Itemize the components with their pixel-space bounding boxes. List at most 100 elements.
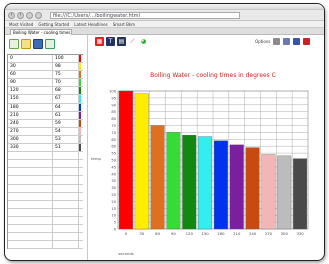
table-row[interactable] — [8, 184, 83, 193]
color-swatch[interactable] — [79, 184, 81, 192]
x-value-cell[interactable]: 270 — [8, 127, 53, 135]
color-swatch[interactable] — [79, 192, 81, 200]
export-icon[interactable] — [45, 39, 55, 49]
reload-icon[interactable] — [26, 11, 33, 19]
bookmark-item[interactable]: Getting Started — [38, 22, 69, 27]
x-value-cell[interactable] — [8, 168, 53, 176]
y-value-cell[interactable]: 54 — [53, 127, 79, 135]
x-value-cell[interactable] — [8, 176, 53, 184]
x-value-cell[interactable] — [8, 160, 53, 168]
x-value-cell[interactable]: 90 — [8, 79, 53, 87]
x-value-cell[interactable]: 300 — [8, 135, 53, 144]
table-row[interactable]: 330 51 — [8, 144, 83, 153]
color-swatch[interactable] — [79, 135, 81, 144]
table-row[interactable]: 210 61 — [8, 111, 83, 120]
bookmark-item[interactable]: Latest Headlines — [74, 22, 107, 27]
y-value-cell[interactable]: 68 — [53, 87, 79, 95]
x-value-cell[interactable]: 120 — [8, 87, 53, 95]
y-value-cell[interactable] — [53, 216, 79, 224]
x-value-cell[interactable]: 30 — [8, 63, 53, 71]
color-swatch[interactable] — [79, 127, 81, 135]
y-value-cell[interactable] — [53, 160, 79, 168]
color-swatch[interactable] — [79, 224, 81, 233]
x-value-cell[interactable]: 240 — [8, 119, 53, 127]
color-swatch[interactable] — [79, 63, 81, 71]
x-value-cell[interactable] — [8, 233, 53, 241]
x-value-cell[interactable] — [8, 241, 53, 249]
y-value-cell[interactable] — [53, 184, 79, 192]
bookmark-item[interactable]: Most Visited — [9, 22, 33, 27]
y-value-cell[interactable] — [53, 176, 79, 184]
y-value-cell[interactable] — [53, 241, 79, 249]
table-row[interactable]: 120 68 — [8, 87, 83, 96]
bookmark-item[interactable]: Smart Bkm — [113, 22, 135, 27]
x-value-cell[interactable] — [8, 200, 53, 208]
table-row[interactable]: 270 54 — [8, 127, 83, 136]
color-swatch[interactable] — [79, 233, 81, 241]
y-value-cell[interactable]: 53 — [53, 135, 79, 144]
open-folder-icon[interactable] — [21, 39, 31, 49]
y-value-cell[interactable]: 61 — [53, 111, 79, 119]
y-value-cell[interactable]: 59 — [53, 119, 79, 127]
x-value-cell[interactable]: 180 — [8, 103, 53, 111]
y-value-cell[interactable]: 51 — [53, 144, 79, 152]
color-swatch[interactable] — [79, 119, 81, 127]
y-value-cell[interactable] — [53, 200, 79, 208]
table-row[interactable] — [8, 160, 83, 169]
y-value-cell[interactable] — [53, 233, 79, 241]
color-swatch[interactable] — [79, 152, 81, 160]
color-swatch[interactable] — [79, 103, 81, 111]
table-row[interactable] — [8, 200, 83, 209]
color-swatch[interactable] — [79, 144, 81, 152]
color-swatch[interactable] — [79, 176, 81, 184]
table-row[interactable]: 90 70 — [8, 79, 83, 88]
table-row[interactable] — [8, 241, 83, 250]
color-swatch[interactable] — [79, 168, 81, 176]
y-value-cell[interactable] — [53, 192, 79, 200]
table-row[interactable] — [8, 233, 83, 242]
table-row[interactable]: 300 53 — [8, 135, 83, 145]
x-value-cell[interactable] — [8, 184, 53, 192]
color-swatch[interactable] — [79, 55, 81, 63]
table-row[interactable] — [8, 216, 83, 225]
x-value-cell[interactable] — [8, 152, 53, 160]
back-icon[interactable]: ‹ — [8, 11, 15, 19]
table-row[interactable] — [8, 176, 83, 185]
y-value-cell[interactable]: 67 — [53, 95, 79, 103]
table-row[interactable]: 60 75 — [8, 71, 83, 80]
x-value-cell[interactable]: 0 — [8, 55, 53, 63]
color-swatch[interactable] — [79, 71, 81, 79]
x-value-cell[interactable] — [8, 192, 53, 200]
color-swatch[interactable] — [79, 216, 81, 224]
table-row[interactable] — [8, 208, 83, 217]
y-value-cell[interactable]: 64 — [53, 103, 79, 111]
table-row[interactable] — [8, 224, 83, 234]
color-swatch[interactable] — [79, 111, 81, 119]
color-swatch[interactable] — [79, 95, 81, 103]
y-value-cell[interactable] — [53, 168, 79, 176]
table-row[interactable]: 180 64 — [8, 103, 83, 112]
color-swatch[interactable] — [79, 241, 81, 249]
y-value-cell[interactable]: 100 — [53, 55, 79, 63]
new-file-icon[interactable] — [9, 39, 19, 49]
table-row[interactable] — [8, 152, 83, 161]
forward-icon[interactable]: › — [17, 11, 24, 19]
table-row[interactable] — [8, 192, 83, 201]
table-row[interactable]: 150 67 — [8, 95, 83, 104]
y-value-cell[interactable]: 98 — [53, 63, 79, 71]
table-row[interactable]: 30 98 — [8, 63, 83, 72]
x-value-cell[interactable]: 210 — [8, 111, 53, 119]
address-bar[interactable]: file:///C:/Users/.../boilingwater.html — [50, 11, 240, 19]
color-swatch[interactable] — [79, 79, 81, 87]
y-value-cell[interactable] — [53, 152, 79, 160]
color-swatch[interactable] — [79, 160, 81, 168]
table-row[interactable]: 240 59 — [8, 119, 83, 128]
table-row[interactable] — [8, 168, 83, 177]
x-value-cell[interactable] — [8, 224, 53, 233]
save-icon[interactable] — [33, 39, 43, 49]
color-swatch[interactable] — [79, 200, 81, 208]
y-value-cell[interactable]: 75 — [53, 71, 79, 79]
x-value-cell[interactable]: 150 — [8, 95, 53, 103]
table-row[interactable]: 0 100 — [8, 55, 83, 64]
home-icon[interactable] — [35, 11, 42, 19]
